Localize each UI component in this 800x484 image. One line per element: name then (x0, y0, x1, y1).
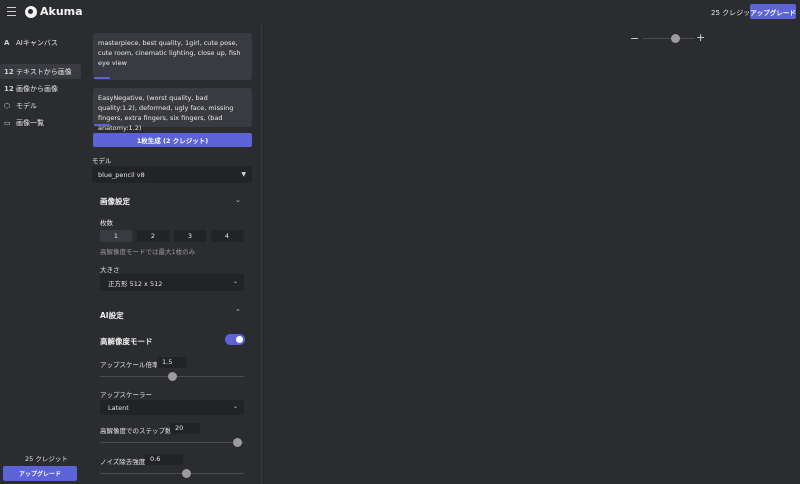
prompt-input[interactable]: masterpiece, best quality, 1girl, cute p… (93, 33, 252, 80)
chevron-down-icon: ⌄ (232, 278, 238, 285)
negative-prompt-progress-bar (94, 124, 110, 126)
denoise-label: ノイズ除去強度 (100, 458, 146, 466)
chevron-down-icon[interactable]: ⌄ (235, 196, 241, 204)
hamburger-menu-icon[interactable] (7, 7, 16, 16)
toggle-knob (236, 336, 243, 343)
model-select[interactable]: blue_pencil v8 ▼ (92, 166, 252, 183)
chevron-up-icon[interactable]: ⌃ (235, 308, 241, 316)
sidebar-item-text-to-image[interactable]: 12 テキストから画像 (0, 64, 81, 79)
logo-text: Akuma (40, 5, 83, 18)
header-upgrade-button[interactable]: アップグレード (750, 4, 796, 19)
akuma-logo-icon (25, 5, 37, 18)
negative-prompt-input[interactable]: EasyNegative, (worst quality, bad qualit… (93, 88, 252, 132)
prompt-progress-bar (94, 77, 110, 79)
zoom-out-icon[interactable]: − (630, 32, 639, 45)
sidebar-item-label: 画像一覧 (16, 118, 44, 127)
sidebar-item-label: 画像から画像 (16, 84, 58, 93)
text-to-image-icon: 12 (4, 67, 14, 76)
model-label: モデル (92, 157, 112, 165)
sidebar: A AIキャンバス 12 テキストから画像 12 画像から画像 ⬡ モデル ▭ … (0, 24, 84, 484)
sidebar-item-image-to-image[interactable]: 12 画像から画像 (0, 81, 81, 96)
caret-down-icon: ▼ (241, 171, 246, 178)
count-label: 枚数 (100, 219, 113, 227)
prompt-text: masterpiece, best quality, 1girl, cute p… (98, 39, 241, 67)
sidebar-item-label: AIキャンバス (16, 38, 58, 47)
sidebar-item-label: モデル (16, 101, 37, 110)
count-option-4[interactable]: 4 (211, 230, 243, 242)
sidebar-item-models[interactable]: ⬡ モデル (0, 98, 81, 113)
image-settings-title[interactable]: 画像設定 (100, 196, 130, 207)
upscale-slider-thumb[interactable] (168, 372, 177, 381)
app-logo[interactable]: Akuma (25, 5, 83, 18)
steps-value-input[interactable]: 20 (170, 423, 200, 434)
denoise-value-input[interactable]: 0.6 (145, 454, 183, 465)
chevron-down-icon: ⌄ (232, 403, 238, 410)
hires-mode-toggle[interactable] (225, 334, 245, 345)
steps-label: 高解像度でのステップ数 (100, 427, 172, 435)
count-option-1[interactable]: 1 (100, 230, 132, 242)
sidebar-credits: 25 クレジット (25, 455, 68, 463)
image-to-image-icon: 12 (4, 84, 14, 93)
steps-slider-thumb[interactable] (232, 438, 242, 447)
cube-icon: ⬡ (4, 101, 11, 110)
count-hint: 高解像度モードでは最大1枚のみ (100, 248, 196, 256)
folder-icon: ▭ (4, 118, 11, 127)
size-value: 正方形 512 x 512 (108, 279, 163, 288)
negative-prompt-text: EasyNegative, (worst quality, bad qualit… (98, 94, 234, 132)
upscaler-select[interactable]: Latent ⌄ (100, 400, 244, 415)
ai-settings-title[interactable]: AI設定 (100, 310, 124, 321)
upscaler-label: アップスケーラー (100, 391, 152, 399)
zoom-in-icon[interactable]: + (696, 31, 705, 44)
count-option-3[interactable]: 3 (174, 230, 206, 242)
upscale-label: アップスケール倍率 (100, 361, 159, 369)
size-select[interactable]: 正方形 512 x 512 ⌄ (100, 274, 244, 291)
hires-mode-label: 高解像度モード (100, 337, 153, 346)
sidebar-item-label: テキストから画像 (16, 67, 72, 76)
denoise-slider-thumb[interactable] (182, 469, 192, 478)
generate-button[interactable]: 1枚生成 (2 クレジット) (93, 133, 252, 147)
upscale-value-input[interactable]: 1.5 (157, 357, 187, 368)
ai-canvas-icon: A (4, 38, 10, 47)
sidebar-upgrade-button[interactable]: アップグレード (3, 466, 77, 481)
model-value: blue_pencil v8 (98, 170, 145, 179)
upscaler-value: Latent (108, 403, 129, 412)
size-label: 大きさ (100, 266, 120, 274)
count-option-2[interactable]: 2 (137, 230, 169, 242)
sidebar-item-image-list[interactable]: ▭ 画像一覧 (0, 115, 81, 130)
app-header: Akuma 25 クレジット アップグレード (0, 0, 800, 24)
steps-slider-track[interactable] (100, 442, 244, 443)
zoom-slider-thumb[interactable] (671, 34, 681, 43)
zoom-slider-track[interactable] (643, 38, 695, 39)
sidebar-item-ai-canvas[interactable]: A AIキャンバス (0, 35, 81, 50)
generation-panel: masterpiece, best quality, 1girl, cute p… (84, 24, 262, 484)
denoise-slider-track[interactable] (100, 473, 244, 474)
